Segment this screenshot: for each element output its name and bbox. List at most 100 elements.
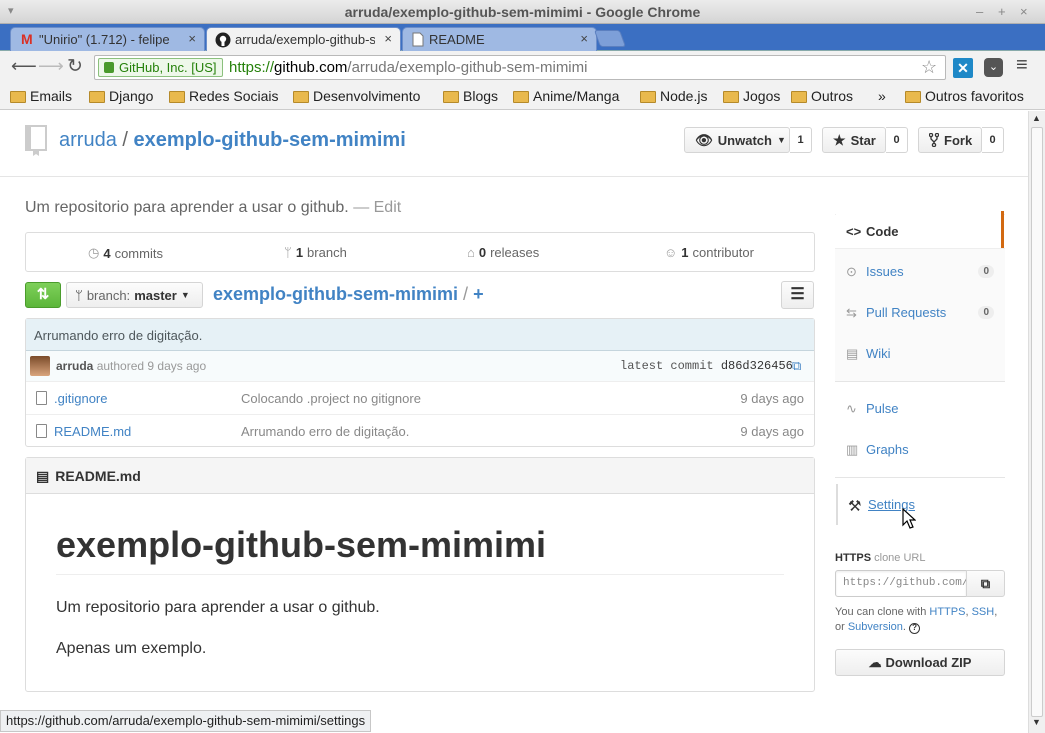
address-bar[interactable]: GitHub, Inc. [US] https://github.com/arr… [94,55,946,80]
file-age: 9 days ago [740,424,804,439]
bookmark-label: Desenvolvimento [313,88,421,104]
new-tab-button[interactable] [593,30,627,47]
releases-stat[interactable]: ⌂ 0 releases [467,245,539,260]
sidebar-item-pulse[interactable]: ∿ Pulse [836,388,1004,429]
sidebar-item-pull-requests[interactable]: ⇆ Pull Requests 0 [836,292,1004,333]
bookmark-folder-other[interactable]: Outros favoritos [905,88,1024,104]
clone-url-input[interactable]: https://github.com/arruda/exemplo-github… [835,570,967,597]
close-tab-icon[interactable]: × [580,31,588,46]
file-commit-message[interactable]: Colocando .project no gitignore [241,391,421,406]
repo-owner-link[interactable]: arruda [59,129,117,151]
reload-icon[interactable]: ↻ [67,55,83,78]
branch-selector[interactable]: ᛘ branch: master ▼ [66,282,203,308]
unwatch-label: Unwatch [717,132,772,148]
fork-button[interactable]: Fork [918,127,982,153]
branches-stat[interactable]: ᛘ 1 branch [284,245,347,260]
stat-number: 0 [478,245,487,260]
pocket-icon[interactable]: ⌄ [984,58,1003,77]
bookmark-folder-desenvolvimento[interactable]: Desenvolvimento [293,88,420,104]
bookmark-label: Anime/Manga [533,88,620,104]
edit-description-link[interactable]: — Edit [353,199,401,216]
commits-stat[interactable]: ◷ 4 commits [88,245,163,261]
forks-count[interactable]: 0 [982,127,1004,153]
folder-icon [443,91,459,103]
folder-icon [169,91,185,103]
bookmark-folder-outros[interactable]: Outros [791,88,853,104]
bookmark-label: Outros [811,88,854,104]
close-tab-icon[interactable]: × [384,31,392,46]
sidebar-item-issues[interactable]: ⊙ Issues 0 [836,251,1004,292]
bookmark-folder-django[interactable]: Django [89,88,153,104]
page-viewport: arruda / exemplo-github-sem-mimimi 👁 Unwa… [0,111,1028,708]
close-tab-icon[interactable]: × [188,31,196,46]
commit-sha[interactable]: d86d326456 [721,359,793,373]
bookmark-folder-jogos[interactable]: Jogos [723,88,780,104]
sidebar-item-settings[interactable]: ⚒ Settings [836,484,1004,525]
sidebar-item-label: Code [866,224,899,239]
fork-icon [929,133,939,147]
maximize-icon[interactable]: + [998,4,1006,19]
file-commit-message[interactable]: Arrumando erro de digitação. [241,424,409,439]
unwatch-button[interactable]: 👁 Unwatch ▼ [684,127,790,153]
chrome-menu-icon[interactable]: ≡ [1016,54,1028,77]
mouse-cursor-icon [902,508,916,529]
tab-readme[interactable]: README × [402,27,597,51]
url-text[interactable]: https://github.com/arruda/exemplo-github… [229,59,587,76]
copy-clone-url-button[interactable]: ⧉ [966,570,1005,597]
commit-message[interactable]: Arrumando erro de digitação. [34,328,202,343]
back-arrow-icon[interactable]: ⟵ [11,56,37,77]
clone-https-link[interactable]: HTTPS [929,606,965,618]
sidebar-item-label: Wiki [866,346,891,361]
star-button[interactable]: ★ Star [822,127,886,153]
forward-arrow-icon[interactable]: ⟶ [38,56,64,77]
clone-subversion-link[interactable]: Subversion [848,621,903,633]
table-row: .gitignore Colocando .project no gitigno… [26,381,814,414]
new-file-button[interactable]: + [473,284,484,304]
bookmark-label: Emails [30,88,73,104]
tab-gmail[interactable]: M "Unirio" (1.712) - felipe × [10,27,205,51]
compare-pull-request-button[interactable]: ⇅ [25,282,61,308]
bookmark-star-icon[interactable]: ☆ [921,57,937,78]
graph-icon: ▥ [846,442,859,457]
breadcrumb-repo-link[interactable]: exemplo-github-sem-mimimi [213,284,458,304]
bookmarks-overflow-chevron[interactable]: » [878,88,886,104]
commit-author[interactable]: arruda [56,359,93,373]
scroll-down-arrow[interactable]: ▼ [1032,717,1041,727]
tab-github-repo[interactable]: arruda/exemplo-github-sem × [206,27,401,52]
bookmark-folder-redes-sociais[interactable]: Redes Sociais [169,88,279,104]
avatar[interactable] [30,356,50,376]
close-window-icon[interactable]: × [1020,4,1028,19]
file-name-link[interactable]: README.md [54,424,131,439]
bookmark-folder-nodejs[interactable]: Node.js [640,88,707,104]
contributors-stat[interactable]: ☺ 1 contributor [664,245,754,260]
extension-icon[interactable]: ✕ [953,58,973,78]
bookmark-folder-anime-manga[interactable]: Anime/Manga [513,88,619,104]
bookmark-folder-blogs[interactable]: Blogs [443,88,498,104]
watchers-count[interactable]: 1 [790,127,812,153]
bookmark-folder-emails[interactable]: Emails [10,88,72,104]
history-icon: ◷ [88,245,100,260]
clone-ssh-link[interactable]: SSH [972,606,995,618]
clipboard-icon[interactable]: ⧉ [792,358,801,374]
download-zip-button[interactable]: ☁ Download ZIP [835,649,1005,676]
repo-name-link[interactable]: exemplo-github-sem-mimimi [134,129,406,151]
repo-description: Um repositorio para aprender a usar o gi… [25,199,401,217]
question-icon[interactable]: ? [909,623,921,634]
sidebar-item-code[interactable]: <> Code [836,211,1004,252]
code-icon: <> [846,224,862,239]
sidebar-item-label: Issues [866,264,904,279]
clipboard-icon: ⧉ [980,576,991,591]
sidebar-item-graphs[interactable]: ▥ Graphs [836,429,1004,470]
scroll-up-arrow[interactable]: ▲ [1032,113,1041,123]
stargazers-count[interactable]: 0 [886,127,908,153]
file-name-link[interactable]: .gitignore [54,391,107,406]
file-icon [36,424,47,438]
page-scrollbar[interactable]: ▲ ▼ [1028,111,1045,733]
scrollbar-thumb[interactable] [1031,127,1043,717]
list-view-button[interactable]: ☰ [781,281,814,309]
folder-icon [640,91,656,103]
security-badge[interactable]: GitHub, Inc. [US] [98,58,223,77]
sidebar-item-wiki[interactable]: ▤ Wiki [836,333,1004,374]
document-icon [412,32,424,47]
minimize-icon[interactable]: – [976,4,983,19]
